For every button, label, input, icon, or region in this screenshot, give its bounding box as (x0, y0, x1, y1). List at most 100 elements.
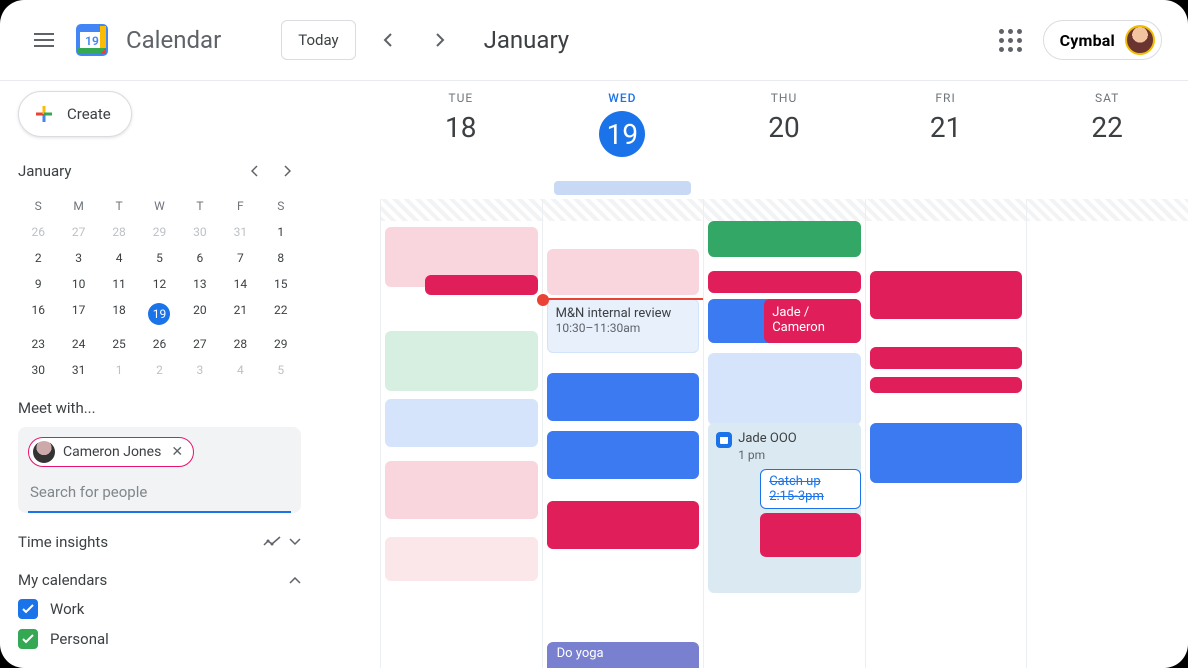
day-of-week-label: SAT (1026, 91, 1188, 105)
today-button[interactable]: Today (281, 20, 355, 60)
mini-day[interactable]: 28 (220, 333, 260, 355)
main-menu-button[interactable] (24, 20, 64, 60)
mini-day[interactable]: 12 (139, 273, 179, 295)
mini-day[interactable]: 10 (58, 273, 98, 295)
svg-text:19: 19 (85, 34, 99, 48)
chip-remove-button[interactable]: ✕ (169, 444, 185, 460)
mini-day[interactable]: 19 (139, 299, 179, 329)
mini-day[interactable]: 22 (261, 299, 301, 329)
mini-day[interactable]: 26 (139, 333, 179, 355)
create-button[interactable]: Create (18, 91, 132, 137)
event-block[interactable] (385, 331, 538, 391)
mini-day[interactable]: 9 (18, 273, 58, 295)
event-block[interactable] (547, 373, 700, 421)
mini-day[interactable]: 4 (99, 247, 139, 269)
event-yoga[interactable]: Do yoga (547, 642, 700, 668)
allday-event[interactable] (554, 181, 691, 195)
now-indicator (543, 298, 704, 300)
day-header[interactable]: FRI21 (865, 81, 1027, 181)
mini-day[interactable]: 1 (261, 221, 301, 243)
mini-day[interactable]: 15 (261, 273, 301, 295)
plus-icon (33, 103, 55, 125)
day-header[interactable]: THU20 (703, 81, 865, 181)
calendar-checkbox[interactable] (18, 629, 38, 649)
calendar-item[interactable]: Personal (18, 629, 301, 649)
event-block[interactable] (760, 513, 861, 557)
mini-day[interactable]: 27 (58, 221, 98, 243)
mini-day[interactable]: 14 (220, 273, 260, 295)
calendar-item[interactable]: Work (18, 599, 301, 619)
mini-day[interactable]: 1 (99, 359, 139, 381)
event-declined[interactable]: Catch up 2:15-3pm (760, 469, 861, 509)
event-block[interactable] (870, 271, 1023, 319)
mini-day[interactable]: 7 (220, 247, 260, 269)
event-block[interactable] (385, 399, 538, 447)
insights-chart-icon[interactable] (263, 536, 281, 548)
google-apps-button[interactable] (991, 20, 1031, 60)
prev-week-button[interactable] (368, 20, 408, 60)
day-header[interactable]: WED19 (542, 81, 704, 181)
sidebar: Create January SMTWTFS262728293031123456… (0, 81, 320, 668)
day-of-week-label: THU (703, 91, 865, 105)
mini-day[interactable]: 27 (180, 333, 220, 355)
mini-calendar[interactable]: SMTWTFS262728293031123456789101112131415… (18, 195, 301, 381)
mini-day[interactable]: 20 (180, 299, 220, 329)
mini-day[interactable]: 4 (220, 359, 260, 381)
mini-day[interactable]: 25 (99, 333, 139, 355)
mini-day[interactable]: 29 (261, 333, 301, 355)
day-header[interactable]: SAT22 (1026, 81, 1188, 181)
insights-expand-button[interactable] (289, 538, 301, 546)
mini-day[interactable]: 2 (18, 247, 58, 269)
event-mn-review[interactable]: M&N internal review 10:30–11:30am (547, 299, 700, 353)
event-block[interactable] (385, 537, 538, 581)
event-block[interactable] (385, 461, 538, 519)
event-block[interactable] (708, 221, 861, 257)
next-week-button[interactable] (420, 20, 460, 60)
event-block[interactable] (708, 353, 861, 425)
search-people-input[interactable] (28, 473, 291, 513)
mini-day[interactable]: 11 (99, 273, 139, 295)
mini-day[interactable]: 31 (58, 359, 98, 381)
mini-day[interactable]: 18 (99, 299, 139, 329)
mini-day[interactable]: 30 (18, 359, 58, 381)
mini-day[interactable]: 21 (220, 299, 260, 329)
mini-day[interactable]: 13 (180, 273, 220, 295)
event-block[interactable] (547, 249, 700, 295)
mini-day[interactable]: 3 (180, 359, 220, 381)
mini-day[interactable]: 2 (139, 359, 179, 381)
event-block[interactable] (870, 423, 1023, 483)
mini-day[interactable]: 29 (139, 221, 179, 243)
mini-day[interactable]: 3 (58, 247, 98, 269)
mini-dow: W (139, 195, 179, 217)
mini-day[interactable]: 8 (261, 247, 301, 269)
mini-day[interactable]: 24 (58, 333, 98, 355)
mini-day[interactable]: 5 (261, 359, 301, 381)
account-switcher[interactable]: Cymbal (1043, 20, 1162, 60)
person-chip[interactable]: Cameron Jones ✕ (28, 437, 194, 467)
mini-day[interactable]: 23 (18, 333, 58, 355)
event-block[interactable] (870, 347, 1023, 369)
event-jade-cameron[interactable]: Jade / Cameron (764, 299, 861, 343)
mini-day[interactable]: 26 (18, 221, 58, 243)
day-header[interactable]: TUE18 (380, 81, 542, 181)
mini-day[interactable]: 17 (58, 299, 98, 329)
my-calendars-collapse-button[interactable] (289, 571, 301, 589)
event-block[interactable] (547, 431, 700, 479)
event-block[interactable] (708, 271, 861, 293)
calendar-checkbox[interactable] (18, 599, 38, 619)
mini-day[interactable]: 28 (99, 221, 139, 243)
calendar-logo-icon: 19 (74, 22, 110, 58)
event-block[interactable] (547, 501, 700, 549)
mini-day[interactable]: 31 (220, 221, 260, 243)
event-block[interactable] (870, 377, 1023, 393)
event-block[interactable] (425, 275, 538, 295)
mini-prev-month-button[interactable] (241, 157, 269, 185)
mini-dow: M (58, 195, 98, 217)
time-grid[interactable]: M&N internal review 10:30–11:30am Do yog… (320, 199, 1188, 668)
mini-day[interactable]: 16 (18, 299, 58, 329)
meet-with-box: Cameron Jones ✕ (18, 427, 301, 513)
mini-day[interactable]: 6 (180, 247, 220, 269)
mini-day[interactable]: 5 (139, 247, 179, 269)
mini-next-month-button[interactable] (273, 157, 301, 185)
mini-day[interactable]: 30 (180, 221, 220, 243)
